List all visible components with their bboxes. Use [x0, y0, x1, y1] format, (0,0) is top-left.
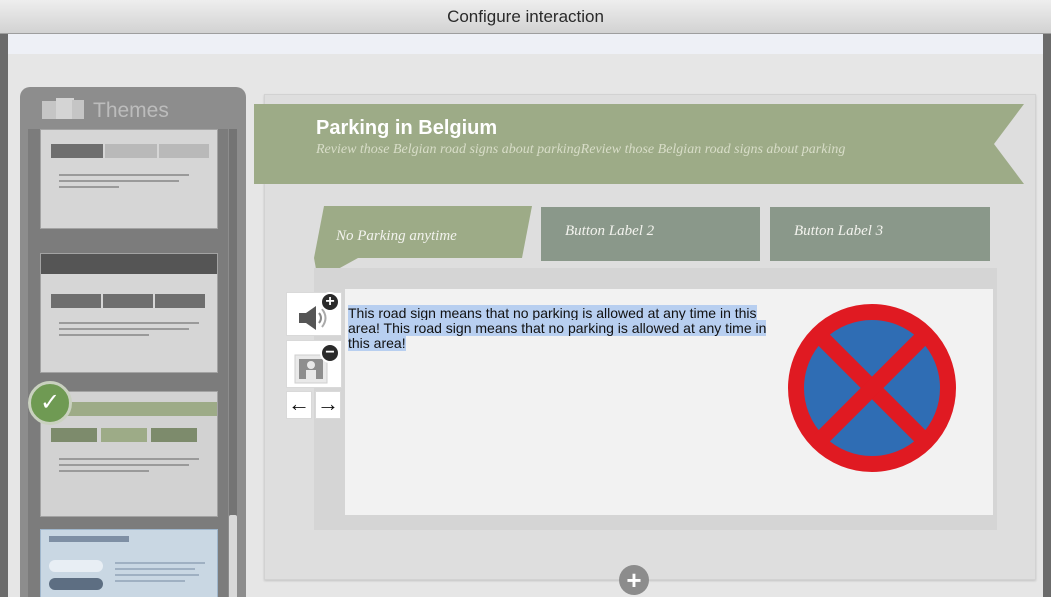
- arrow-right-icon: →: [317, 391, 339, 416]
- header-title[interactable]: Parking in Belgium: [316, 117, 497, 140]
- add-audio-button[interactable]: +: [286, 292, 342, 336]
- tab-1-label: No Parking anytime: [336, 228, 457, 244]
- window-title: Configure interaction: [447, 7, 604, 26]
- content-text-selection[interactable]: This road sign means that no parking is …: [348, 305, 767, 351]
- themes-panel: Themes: [20, 87, 246, 597]
- themes-icon: [42, 98, 84, 119]
- tab-3-label: Button Label 3: [794, 223, 884, 239]
- themes-label: Themes: [93, 99, 169, 122]
- tab-2[interactable]: Button Label 2: [541, 207, 760, 261]
- tab-2-label: Button Label 2: [565, 223, 655, 239]
- toolbar-strip: [8, 34, 1043, 54]
- themes-scrollbar-thumb[interactable]: [229, 515, 237, 597]
- theme-thumbnail[interactable]: [40, 129, 218, 229]
- remove-image-button[interactable]: −: [286, 340, 342, 388]
- no-parking-sign-icon: [788, 304, 956, 472]
- themes-list[interactable]: [28, 129, 228, 597]
- theme-thumbnail[interactable]: [40, 529, 218, 597]
- window-left-edge: [0, 34, 8, 597]
- plus-icon: +: [320, 292, 340, 312]
- arrow-left-icon: ←: [288, 391, 310, 416]
- window-right-edge: [1043, 34, 1051, 597]
- add-item-button[interactable]: +: [619, 565, 649, 595]
- theme-thumbnail[interactable]: [40, 253, 218, 373]
- themes-header: Themes: [20, 87, 246, 127]
- window-title-bar: Configure interaction: [0, 0, 1051, 34]
- plus-circle-icon: +: [626, 565, 642, 595]
- header-subtitle[interactable]: Review those Belgian road signs about pa…: [316, 142, 845, 158]
- tab-3[interactable]: Button Label 3: [770, 207, 990, 261]
- minus-icon: −: [320, 343, 340, 363]
- next-arrow-button[interactable]: →: [315, 391, 341, 419]
- checkmark-icon: ✓: [28, 381, 72, 425]
- prev-arrow-button[interactable]: ←: [286, 391, 312, 419]
- content-text[interactable]: This road sign means that no parking is …: [348, 305, 768, 351]
